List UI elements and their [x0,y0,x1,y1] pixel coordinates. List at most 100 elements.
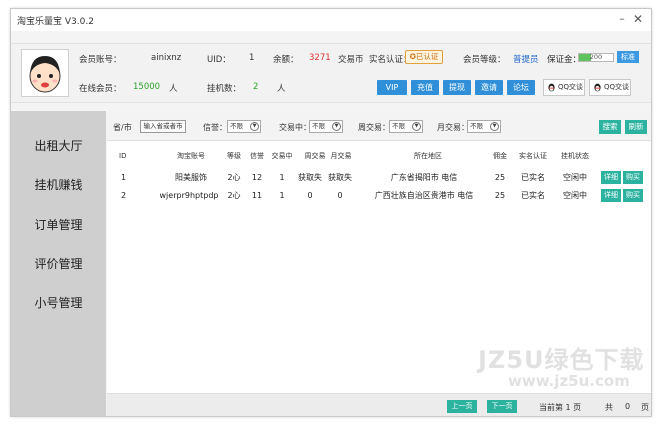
uid-value: 1 [249,53,255,63]
prev-page-button[interactable]: 上一页 [447,400,477,413]
deposit-progress-text: 200 [589,53,603,61]
next-page-button[interactable]: 下一页 [487,400,517,413]
table-row[interactable]: 2 wjerpr9hptpdp 2心 11 1 0 0 广西壮族自治区贵港市 电… [111,189,645,203]
member-level-label: 会员等级： [463,55,506,65]
cell-real-name: 已实名 [521,173,545,182]
buy-button[interactable]: 购买 [623,189,643,202]
deposit-progress-bar: 200 [578,53,614,62]
currency-label: 交易币 [338,55,364,65]
watermark-logo: JZ5U绿色下载 [478,346,645,374]
col-header-region: 所在地区 [414,152,442,160]
col-header-id: ID [119,152,127,160]
page-unit: 页 [641,403,649,412]
sidebar-item-rent-hall[interactable]: 出租大厅 [11,135,106,157]
watermark-url: www.jz5u.com [508,372,630,390]
table-row[interactable]: 1 阳美服饰 2心 12 1 获取失 获取失 广东省揭阳市 电信 25 已实名 … [111,171,645,185]
cell-credit: 11 [251,191,263,200]
deposit-standard-button[interactable]: 标准 [617,51,639,63]
minimize-icon[interactable]: – [615,12,629,26]
detail-button[interactable]: 详细 [601,189,621,202]
buy-button[interactable]: 购买 [623,171,643,184]
invite-button[interactable]: 邀请 [475,80,503,95]
chevron-down-icon: ▼ [332,122,341,131]
withdraw-button[interactable]: 提现 [443,80,471,95]
col-header-credit: 信誉 [250,152,264,160]
app-title: 淘宝乐量宝 V3.0.2 [17,17,94,27]
member-account-label: 会员账号： [79,55,122,65]
monthly-select[interactable]: 不限 ▼ [467,120,501,133]
trading-select[interactable]: 不限 ▼ [309,120,343,133]
online-members-value: 15000 [133,82,161,92]
qq-penguin-icon [548,83,555,92]
avatar [21,49,69,97]
qq-chat-button-2[interactable]: QQ交谈 [589,79,631,96]
cell-region: 广东省揭阳市 电信 [390,173,458,182]
cell-commission: 25 [494,191,506,200]
total-label: 共 [605,403,613,412]
cell-account: wjerpr9hptpdp [159,191,219,200]
avatar-face-icon [29,56,61,93]
qq-chat-button-1[interactable]: QQ交谈 [543,79,585,96]
balance-label: 余额： [273,55,299,65]
credit-label: 信誉： [203,123,227,132]
title-bar[interactable]: 淘宝乐量宝 V3.0.2 – ✕ [11,9,651,31]
balance-value: 3271 [309,53,331,63]
pagination-footer: 上一页 下一页 当前第 1 页 共 0 页 [107,393,651,416]
col-header-level: 等级 [227,152,241,160]
hang-count-value: 2 [253,82,259,92]
deposit-label: 保证金： [547,55,582,65]
vip-button[interactable]: VIP [377,80,407,95]
cell-region: 广西壮族自治区贵港市 电信 [374,191,474,200]
cell-weekly: 获取失 [298,173,322,182]
sidebar-item-reviews[interactable]: 评价管理 [11,253,106,275]
recharge-button[interactable]: 充值 [411,80,439,95]
cell-trading: 1 [279,191,285,200]
cell-weekly: 0 [307,191,313,200]
cell-id: 1 [121,173,127,182]
search-button[interactable]: 搜索 [599,120,621,134]
cell-credit: 12 [251,173,263,182]
col-header-real-name: 实名认证 [519,152,547,160]
cell-monthly: 获取失 [328,173,352,182]
cell-id: 2 [121,191,127,200]
cell-hang-status: 空闲中 [563,191,587,200]
refresh-button[interactable]: 刷新 [625,120,647,134]
online-members-unit: 人 [169,84,178,94]
detail-button[interactable]: 详细 [601,171,621,184]
close-icon[interactable]: ✕ [631,12,645,26]
chevron-down-icon: ▼ [250,122,259,131]
forum-button[interactable]: 论坛 [507,80,535,95]
sidebar-item-hang-earn[interactable]: 挂机赚钱 [11,174,106,196]
filter-bar: 省/市 输入省或者市 信誉： 不限 ▼ 交易中： 不限 ▼ 周交易： 不限 ▼ 月交易… [107,111,651,141]
sidebar-nav: 出租大厅 挂机赚钱 订单管理 评价管理 小号管理 [11,111,106,416]
online-members-label: 在线会员： [79,84,122,94]
sidebar-item-accounts[interactable]: 小号管理 [11,292,106,314]
region-label: 省/市 [113,123,132,132]
cell-level: 2心 [227,173,241,182]
hang-count-unit: 人 [277,84,286,94]
region-input-button[interactable]: 输入省或者市 [140,120,186,133]
current-page-text: 当前第 1 页 [539,403,582,412]
cell-account: 阳美服饰 [175,173,207,182]
member-account-value: ainixnz [151,53,182,63]
chevron-down-icon: ▼ [412,122,421,131]
total-value: 0 [625,402,631,411]
verified-button[interactable]: ✪已认证 [405,50,443,64]
member-header: 会员账号： ainixnz UID： 1 余额： 3271 交易币 实名认证： … [11,43,651,103]
col-header-account: 淘宝账号 [177,152,205,160]
member-level-value: 普提员 [513,55,539,65]
cell-trading: 1 [279,173,285,182]
sidebar-item-orders[interactable]: 订单管理 [11,214,106,236]
credit-select[interactable]: 不限 ▼ [227,120,261,133]
cell-level: 2心 [227,191,241,200]
col-header-weekly: 周交易 [304,152,326,160]
weekly-label: 周交易： [358,123,390,132]
cell-hang-status: 空闲中 [563,173,587,182]
hang-count-label: 挂机数： [207,84,242,94]
col-header-monthly: 月交易 [330,152,352,160]
cell-monthly: 0 [337,191,343,200]
uid-label: UID： [207,55,231,65]
chevron-down-icon: ▼ [490,122,499,131]
col-header-trading: 交易中 [271,152,293,160]
weekly-select[interactable]: 不限 ▼ [389,120,423,133]
